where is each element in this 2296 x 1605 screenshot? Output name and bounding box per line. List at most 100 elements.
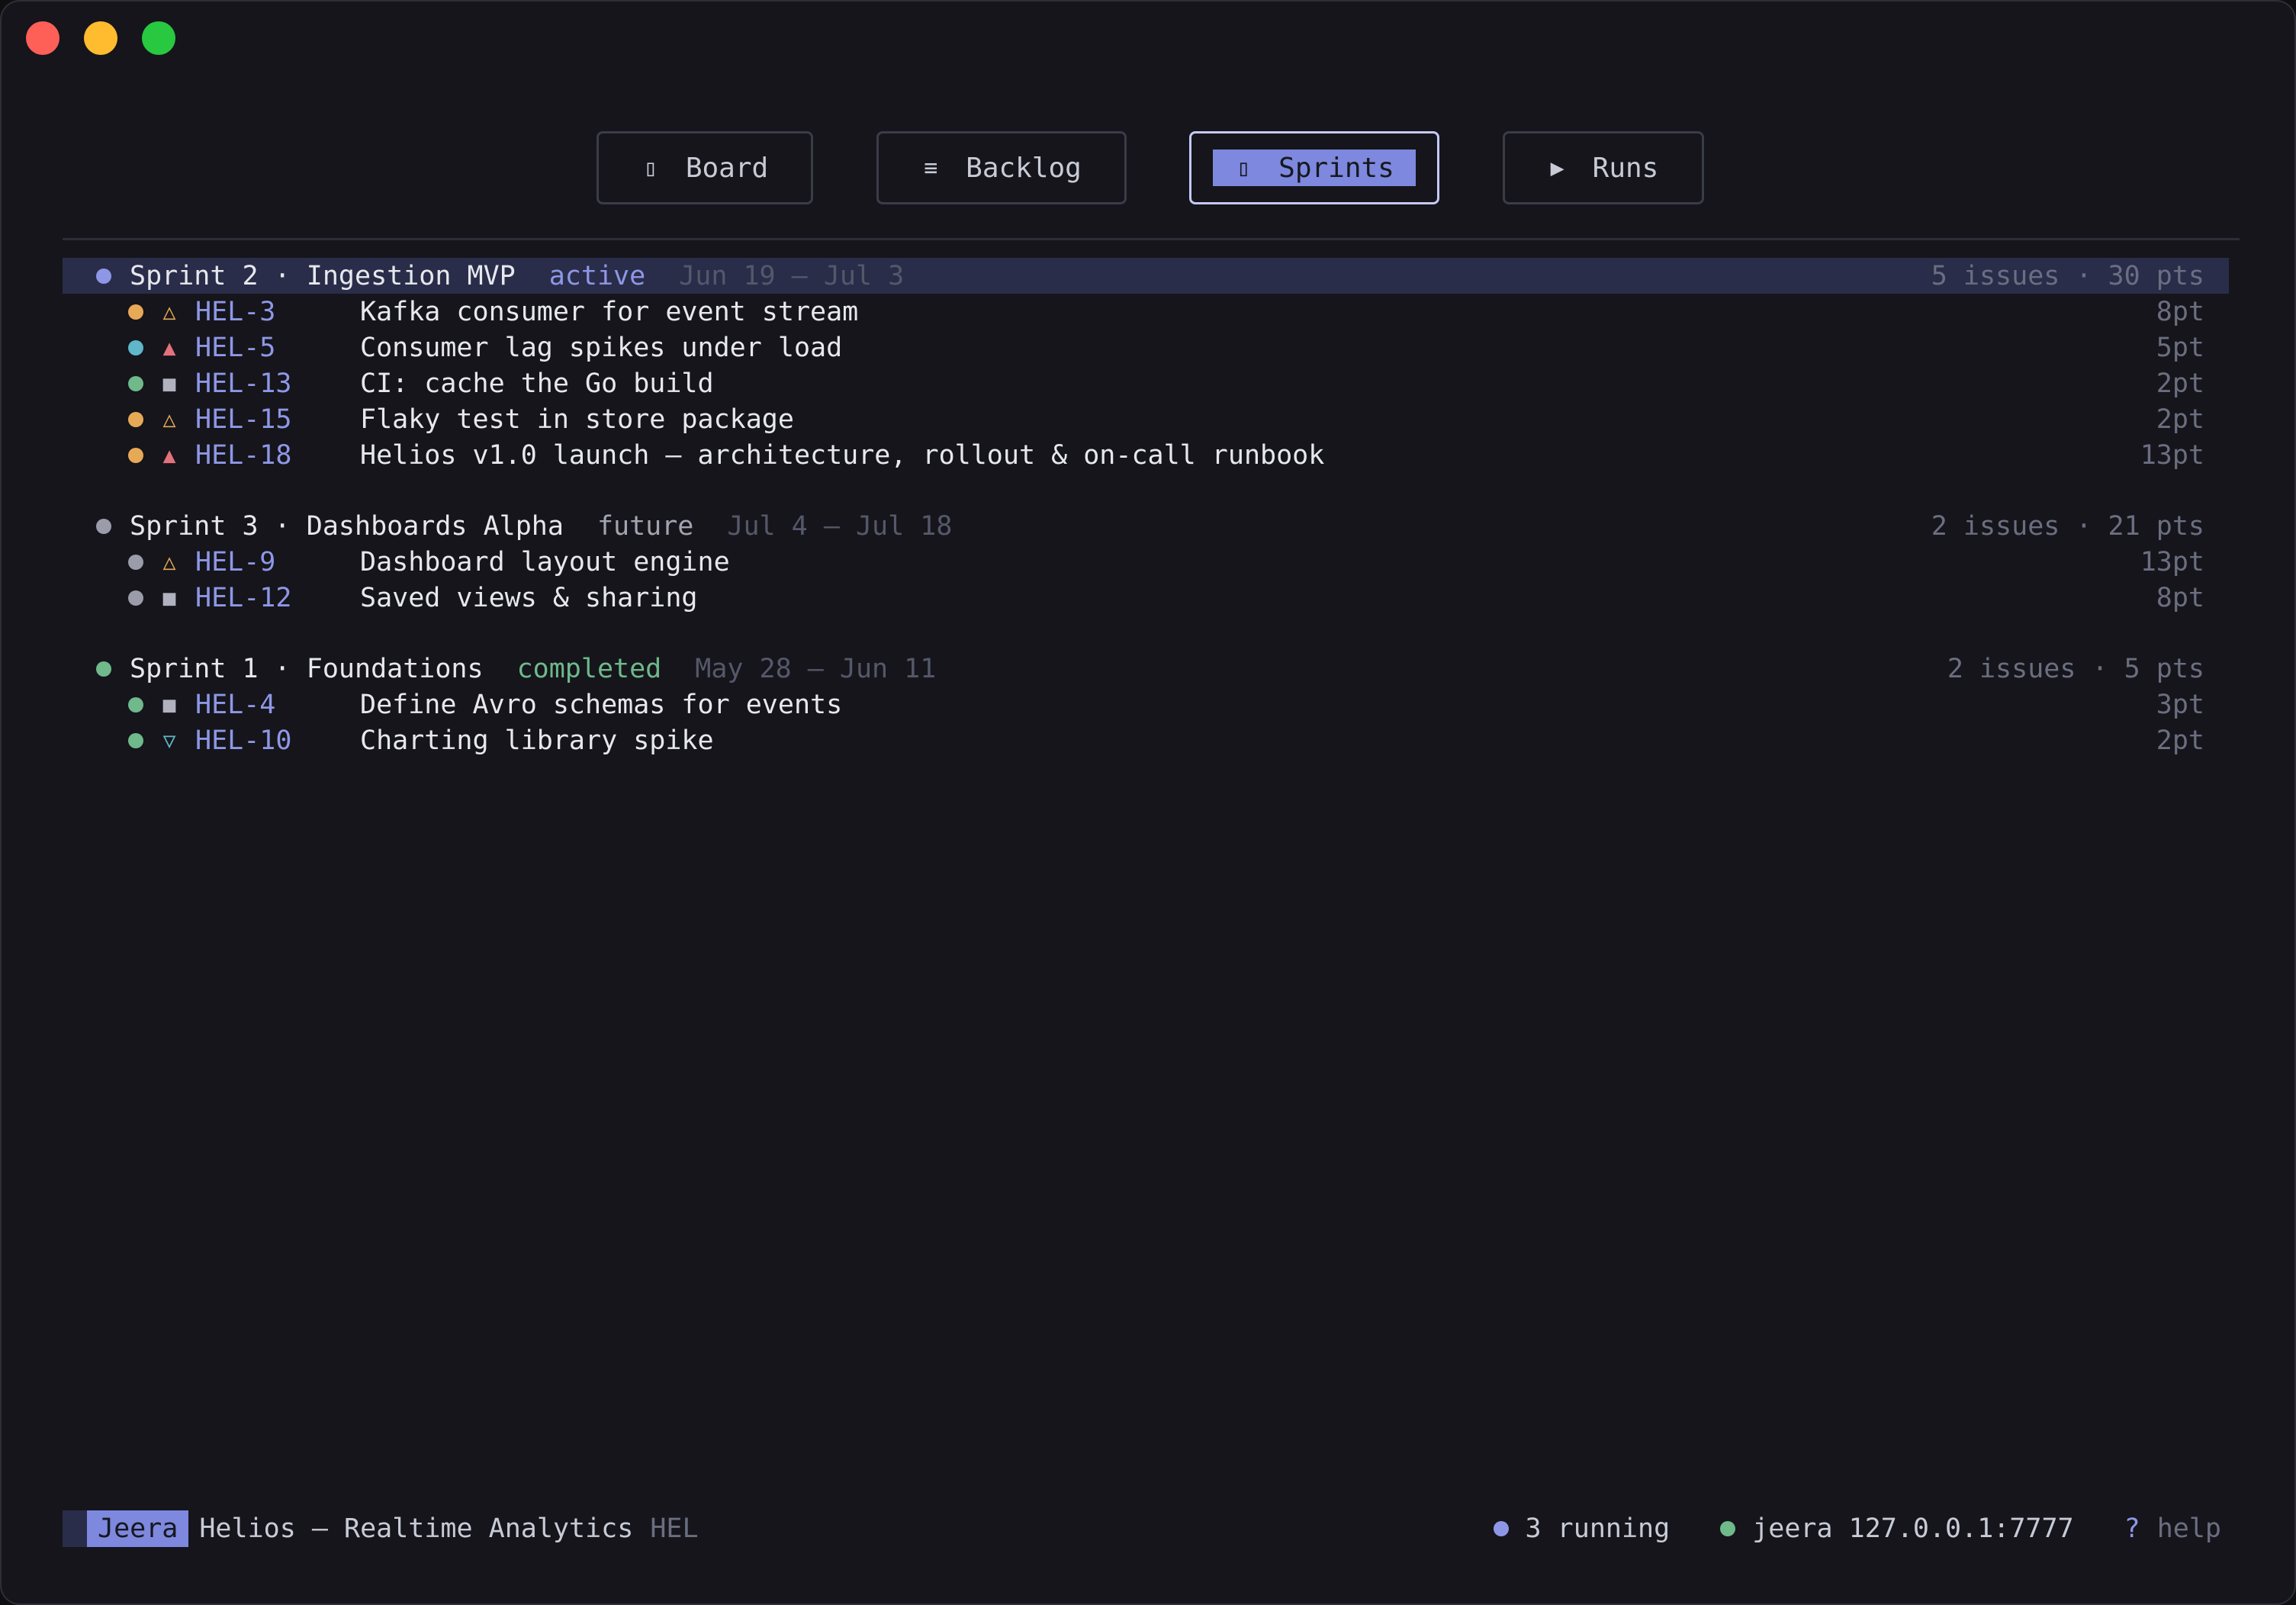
priority-icon: ▲ — [162, 335, 176, 360]
sprint-summary: 2 issues · 21 pts — [1931, 510, 2204, 542]
sprint-summary: 2 issues · 5 pts — [1947, 653, 2204, 684]
minimize-window-button[interactable] — [84, 21, 117, 55]
issue-status-dot — [128, 732, 143, 748]
issue-key[interactable]: HEL-3 — [195, 297, 360, 327]
issue-title: Consumer lag spikes under load — [360, 332, 843, 363]
issue-row[interactable]: ■ HEL-4 Define Avro schemas for events 3… — [63, 687, 2229, 722]
tab-board[interactable]: ▯ Board — [597, 131, 813, 204]
sprint-status: future — [597, 510, 694, 542]
issue-row[interactable]: △ HEL-15 Flaky test in store package 2pt — [63, 401, 2229, 437]
issue-key[interactable]: HEL-10 — [195, 725, 360, 756]
priority-icon: △ — [162, 407, 176, 432]
sprint-name: Sprint 1 · Foundations — [130, 653, 484, 684]
sprint-status-dot — [96, 518, 111, 534]
sprint-list: Sprint 2 · Ingestion MVP active Jun 19 –… — [63, 258, 2229, 758]
help-label[interactable]: help — [2157, 1513, 2221, 1544]
sprint-name: Sprint 2 · Ingestion MVP — [130, 260, 516, 291]
running-count[interactable]: 3 running — [1526, 1513, 1671, 1544]
server-address: jeera 127.0.0.1:7777 — [1752, 1513, 2074, 1544]
sprint-header[interactable]: Sprint 1 · Foundations completed May 28 … — [63, 651, 2229, 687]
play-icon: ▶ — [1550, 154, 1564, 182]
issue-row[interactable]: ▲ HEL-18 Helios v1.0 launch — architectu… — [63, 437, 2229, 473]
issue-points: 3pt — [2156, 689, 2204, 720]
tab-label: Runs — [1592, 152, 1659, 184]
issue-title: Flaky test in store package — [360, 404, 794, 435]
issue-key[interactable]: HEL-13 — [195, 368, 360, 399]
sprint-header[interactable]: Sprint 3 · Dashboards Alpha future Jul 4… — [63, 508, 2229, 544]
issue-points: 5pt — [2156, 332, 2204, 363]
issue-title: Define Avro schemas for events — [360, 689, 843, 720]
tab-label: Backlog — [966, 152, 1082, 184]
issue-status-dot — [128, 696, 143, 712]
sprint-status-dot — [96, 661, 111, 677]
sprint-dates: May 28 – Jun 11 — [695, 653, 937, 684]
tab-runs[interactable]: ▶ Runs — [1503, 131, 1704, 204]
sprint-header[interactable]: Sprint 2 · Ingestion MVP active Jun 19 –… — [63, 258, 2229, 294]
tab-sprints[interactable]: ▯ Sprints — [1189, 131, 1439, 204]
issue-points: 8pt — [2156, 582, 2204, 613]
sprint-name: Sprint 3 · Dashboards Alpha — [130, 510, 564, 542]
running-indicator-dot — [1493, 1521, 1509, 1536]
issue-row[interactable]: △ HEL-9 Dashboard layout engine 13pt — [63, 544, 2229, 580]
issue-key[interactable]: HEL-18 — [195, 440, 360, 471]
issue-status-dot — [128, 339, 143, 355]
server-status-dot — [1720, 1521, 1736, 1536]
issue-key[interactable]: HEL-12 — [195, 583, 360, 613]
project-name: Helios — Realtime Analytics — [199, 1513, 634, 1544]
window-controls — [26, 21, 175, 55]
project-key: HEL — [650, 1513, 699, 1544]
issue-title: Charting library spike — [360, 725, 714, 756]
issue-points: 8pt — [2156, 296, 2204, 327]
issue-status-dot — [128, 590, 143, 606]
board-icon: ▯ — [643, 154, 658, 182]
issue-points: 2pt — [2156, 368, 2204, 399]
priority-icon: △ — [162, 549, 176, 574]
priority-icon: △ — [162, 299, 176, 324]
priority-icon: ■ — [162, 585, 176, 610]
issue-key[interactable]: HEL-15 — [195, 404, 360, 435]
tab-bar: ▯ Board ≡ Backlog ▯ Sprints ▶ Runs — [2, 131, 2294, 207]
issue-points: 2pt — [2156, 725, 2204, 756]
issue-key[interactable]: HEL-4 — [195, 690, 360, 720]
tab-label: Board — [685, 152, 769, 184]
sprint-dates: Jul 4 – Jul 18 — [727, 510, 953, 542]
issue-status-dot — [128, 554, 143, 570]
status-bar: Jeera Helios — Realtime Analytics HEL 3 … — [63, 1510, 2244, 1547]
issue-row[interactable]: ■ HEL-12 Saved views & sharing 8pt — [63, 580, 2229, 616]
priority-icon: ▽ — [162, 728, 176, 753]
issue-title: CI: cache the Go build — [360, 368, 714, 399]
issue-row[interactable]: △ HEL-3 Kafka consumer for event stream … — [63, 294, 2229, 330]
priority-icon: ■ — [162, 692, 176, 717]
divider — [63, 238, 2240, 240]
issue-row[interactable]: ▽ HEL-10 Charting library spike 2pt — [63, 722, 2229, 758]
sprint-status: active — [548, 260, 646, 291]
status-bar-right: 3 running jeera 127.0.0.1:7777 ? help — [1493, 1513, 2221, 1544]
tab-label: Sprints — [1278, 152, 1394, 184]
tab-backlog[interactable]: ≡ Backlog — [876, 131, 1127, 204]
help-key[interactable]: ? — [2124, 1513, 2140, 1544]
issue-key[interactable]: HEL-9 — [195, 547, 360, 577]
issue-row[interactable]: ■ HEL-13 CI: cache the Go build 2pt — [63, 365, 2229, 401]
issue-status-dot — [128, 411, 143, 427]
close-window-button[interactable] — [26, 21, 59, 55]
maximize-window-button[interactable] — [142, 21, 175, 55]
issue-row[interactable]: ▲ HEL-5 Consumer lag spikes under load 5… — [63, 330, 2229, 365]
app-name-badge: Jeera — [87, 1510, 189, 1547]
issue-title: Saved views & sharing — [360, 582, 698, 613]
issue-status-dot — [128, 447, 143, 463]
priority-icon: ▲ — [162, 442, 176, 468]
app-window: ▯ Board ≡ Backlog ▯ Sprints ▶ Runs Sprin… — [0, 0, 2296, 1605]
issue-status-dot — [128, 375, 143, 391]
issue-key[interactable]: HEL-5 — [195, 333, 360, 363]
sprint-status: completed — [516, 653, 662, 684]
issue-points: 13pt — [2140, 546, 2204, 577]
app-chip-edge — [63, 1510, 87, 1547]
issue-title: Kafka consumer for event stream — [360, 296, 859, 327]
issue-points: 2pt — [2156, 404, 2204, 435]
sprint-status-dot — [96, 268, 111, 284]
sprint-icon: ▯ — [1236, 154, 1251, 182]
priority-icon: ■ — [162, 371, 176, 396]
sprint-dates: Jun 19 – Jul 3 — [679, 260, 905, 291]
list-icon: ≡ — [924, 154, 938, 182]
sprint-summary: 5 issues · 30 pts — [1931, 260, 2204, 291]
